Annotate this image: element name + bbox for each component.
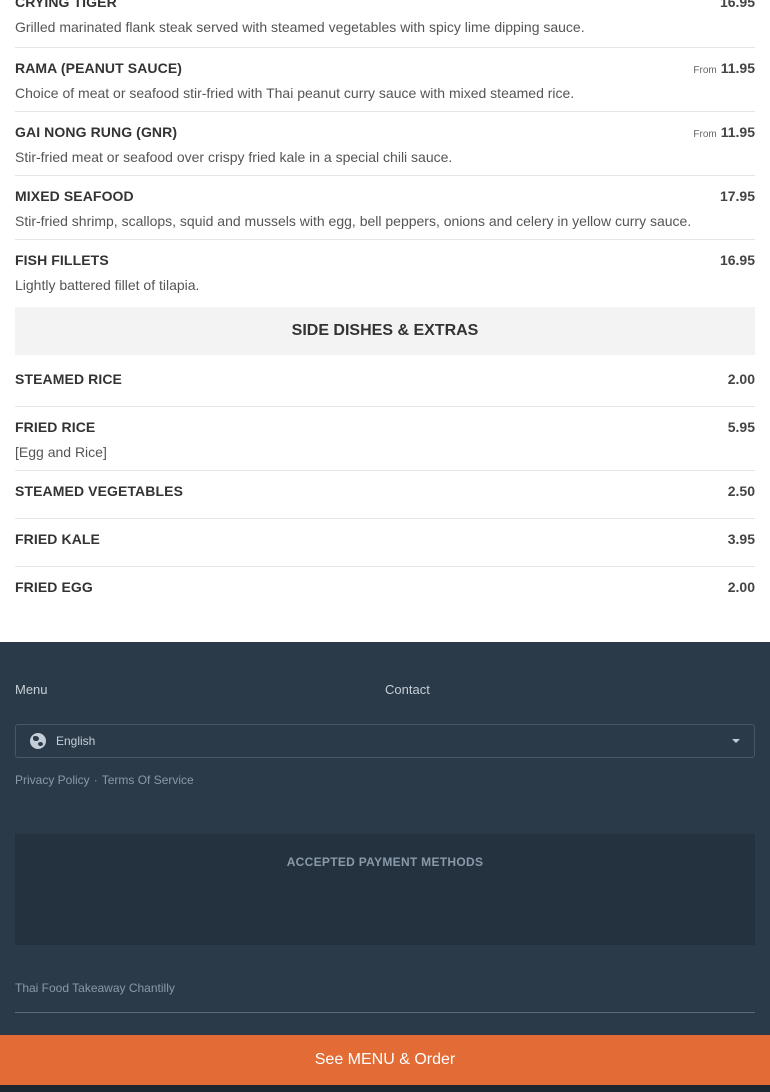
item-name: MIXED SEAFOOD bbox=[15, 188, 134, 204]
language-select[interactable]: English bbox=[15, 724, 755, 758]
item-name: FRIED EGG bbox=[15, 579, 93, 595]
globe-icon bbox=[30, 733, 46, 749]
menu-item[interactable]: MIXED SEAFOOD 17.95 Stir-fried shrimp, s… bbox=[15, 188, 755, 229]
menu-item[interactable]: GAI NONG RUNG (GNR) From 11.95 Stir-fried… bbox=[15, 124, 755, 165]
menu-item[interactable]: FRIED RICE 5.95 [Egg and Rice] bbox=[15, 419, 755, 460]
divider bbox=[15, 111, 755, 112]
item-price: From 11.95 bbox=[693, 124, 755, 140]
price-value: 11.95 bbox=[720, 60, 755, 76]
section-title: SIDE DISHES & EXTRAS bbox=[291, 322, 479, 339]
payment-methods-title: ACCEPTED PAYMENT METHODS bbox=[286, 855, 484, 869]
item-description: Lightly battered fillet of tilapia. bbox=[15, 277, 200, 293]
item-description: [Egg and Rice] bbox=[15, 444, 107, 460]
language-value: English bbox=[56, 734, 96, 748]
divider bbox=[15, 518, 755, 519]
item-name: FRIED RICE bbox=[15, 419, 96, 435]
price-from-label: From bbox=[693, 65, 717, 76]
item-price: 2.50 bbox=[727, 483, 755, 499]
menu-item[interactable]: FISH FILLETS 16.95 Lightly battered fill… bbox=[15, 252, 755, 293]
footer-divider bbox=[15, 1012, 755, 1013]
divider bbox=[15, 566, 755, 567]
item-description: Stir-fried shrimp, scallops, squid and m… bbox=[15, 213, 692, 229]
item-price: 3.95 bbox=[727, 531, 755, 547]
see-menu-order-button[interactable]: See MENU & Order bbox=[0, 1035, 770, 1085]
item-description: Stir-fried meat or seafood over crispy f… bbox=[15, 149, 453, 165]
legal-separator: · bbox=[93, 773, 98, 787]
site-footer: Menu Contact English Privacy Policy · Term… bbox=[0, 642, 770, 1092]
item-name: STEAMED RICE bbox=[15, 371, 122, 387]
menu-item[interactable]: RAMA (PEANUT SAUCE) From 11.95 Choice of … bbox=[15, 60, 755, 101]
item-price: From 11.95 bbox=[693, 60, 755, 76]
footer-menu-link[interactable]: Menu bbox=[15, 682, 48, 697]
item-price: 16.95 bbox=[719, 0, 755, 10]
terms-of-service-link[interactable]: Terms Of Service bbox=[102, 773, 194, 787]
divider bbox=[15, 470, 755, 471]
divider bbox=[15, 175, 755, 176]
divider bbox=[15, 239, 755, 240]
item-name: CRYING TIGER bbox=[15, 0, 117, 10]
payment-methods-box: ACCEPTED PAYMENT METHODS bbox=[15, 834, 755, 945]
item-description: Grilled marinated flank steak served wit… bbox=[15, 19, 585, 35]
item-price: 16.95 bbox=[719, 252, 755, 268]
item-name: RAMA (PEANUT SAUCE) bbox=[15, 60, 183, 76]
item-name: STEAMED VEGETABLES bbox=[15, 483, 184, 499]
menu-item[interactable]: STEAMED VEGETABLES 2.50 bbox=[15, 483, 755, 499]
item-name: GAI NONG RUNG (GNR) bbox=[15, 124, 178, 140]
item-price: 2.00 bbox=[727, 579, 755, 595]
divider bbox=[15, 47, 755, 48]
item-price: 17.95 bbox=[719, 188, 755, 204]
section-header: SIDE DISHES & EXTRAS bbox=[15, 307, 755, 355]
price-from-label: From bbox=[693, 129, 717, 140]
legal-links: Privacy Policy · Terms Of Service bbox=[15, 773, 194, 787]
footer-contact-link[interactable]: Contact bbox=[385, 682, 430, 697]
item-name: FRIED KALE bbox=[15, 531, 100, 547]
bottom-strip bbox=[0, 1085, 770, 1092]
menu-content: CRYING TIGER 16.95 Grilled marinated fla… bbox=[0, 0, 770, 642]
item-name: FISH FILLETS bbox=[15, 252, 109, 268]
menu-item[interactable]: FRIED KALE 3.95 bbox=[15, 531, 755, 547]
menu-item[interactable]: STEAMED RICE 2.00 bbox=[15, 371, 755, 387]
caret-down-icon bbox=[732, 739, 740, 743]
brand-link[interactable]: Thai Food Takeaway Chantilly bbox=[15, 981, 175, 995]
menu-item[interactable]: CRYING TIGER 16.95 Grilled marinated fla… bbox=[15, 0, 755, 35]
divider bbox=[15, 406, 755, 407]
privacy-policy-link[interactable]: Privacy Policy bbox=[15, 773, 90, 787]
item-price: 5.95 bbox=[727, 419, 755, 435]
item-description: Choice of meat or seafood stir-fried wit… bbox=[15, 85, 575, 101]
item-price: 2.00 bbox=[727, 371, 755, 387]
menu-item[interactable]: FRIED EGG 2.00 bbox=[15, 579, 755, 595]
price-value: 11.95 bbox=[720, 124, 755, 140]
